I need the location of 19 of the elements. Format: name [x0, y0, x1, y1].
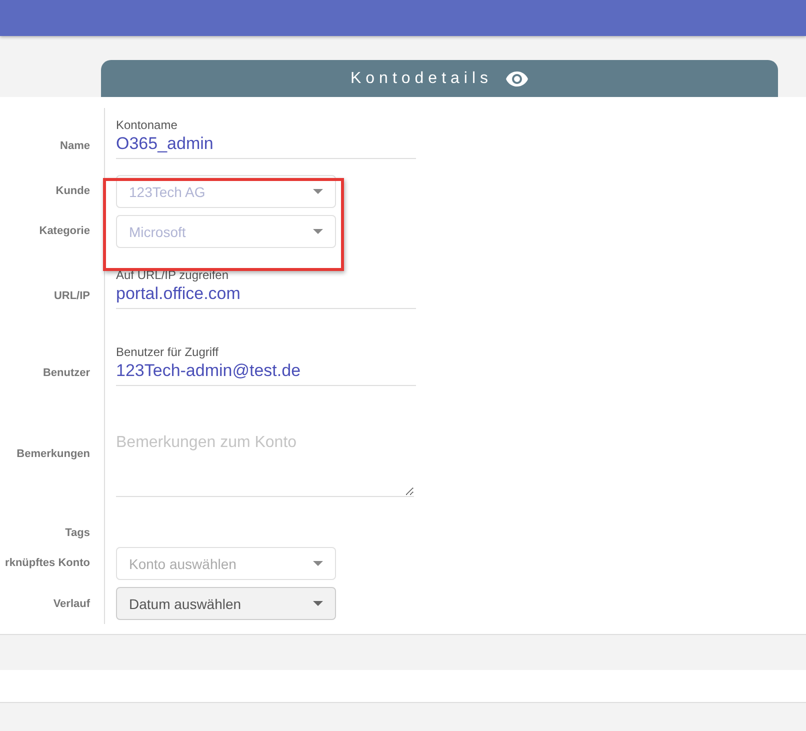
field-label: Benutzer [42, 367, 90, 379]
caret-icon [313, 189, 323, 194]
field-label: Bemerkungen [16, 448, 90, 460]
text-field[interactable]: Benutzer für Zugriff 123Tech-admin@test.de [116, 345, 416, 386]
text-field[interactable]: Kontoname O365_admin [116, 118, 416, 159]
field-label: Tags [65, 527, 90, 539]
field-label: Kategorie [39, 225, 90, 237]
field-label: Verlauf [53, 598, 90, 610]
card-title: Kontodetails [350, 70, 493, 88]
remarks-field[interactable]: Bemerkungen zum Konto [116, 432, 414, 497]
text-field[interactable]: Auf URL/IP zugreifen portal.office.com [116, 268, 416, 309]
field-label: URL/IP [54, 290, 90, 302]
field-label: Name [60, 140, 90, 152]
field-label: Kunde [56, 185, 90, 197]
field-label: rknüpftes Konto [5, 557, 90, 569]
caret-icon [313, 229, 323, 234]
caret-icon [313, 561, 323, 566]
date-dropdown[interactable]: Datum auswählen [116, 587, 336, 620]
caret-icon [313, 601, 323, 606]
